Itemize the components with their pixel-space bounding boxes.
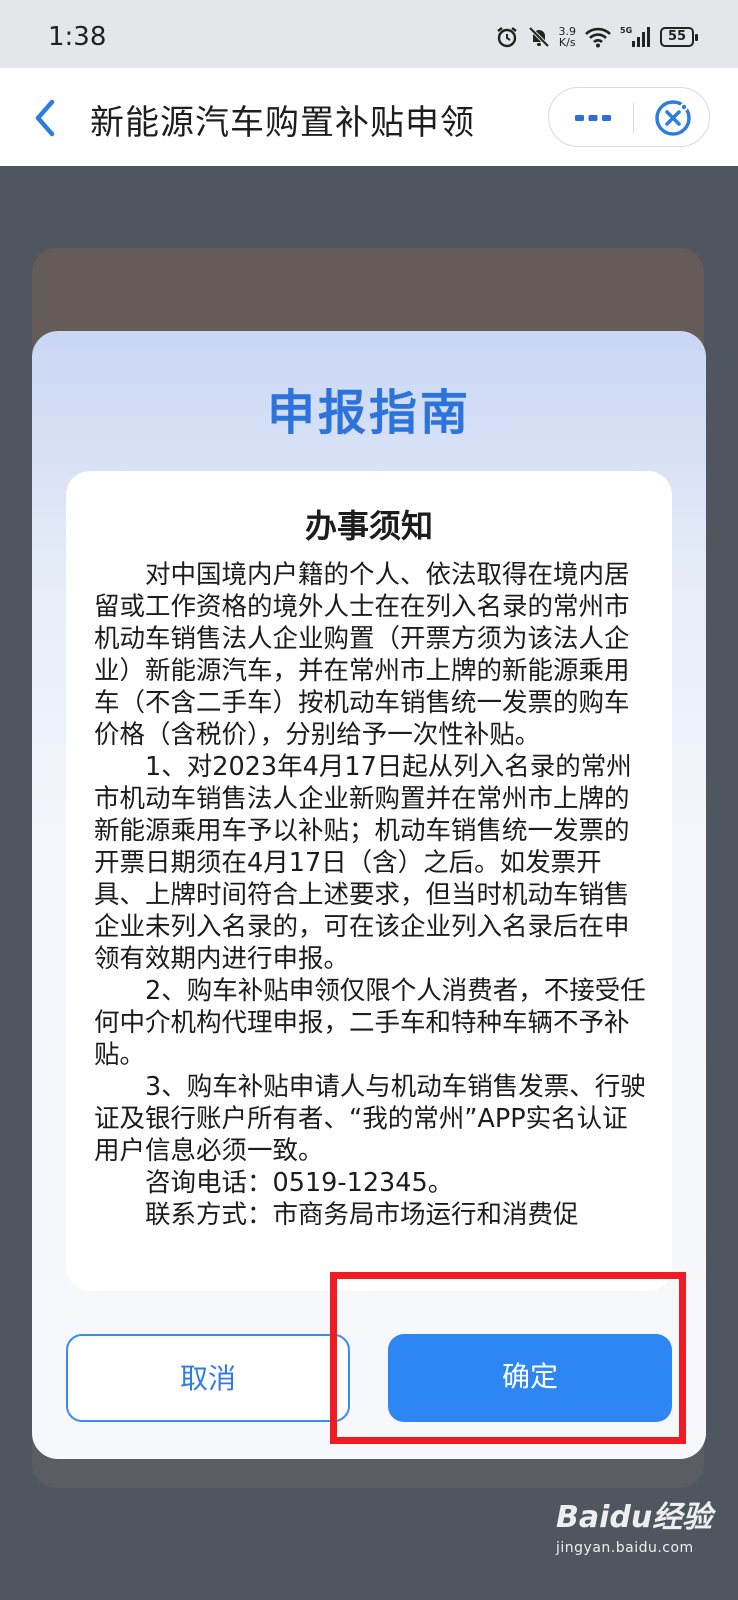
back-arrow-icon[interactable] [28,98,64,138]
highlight-box [330,1272,686,1444]
notice-paragraph: 咨询电话：0519-12345。 [94,1168,454,1198]
alarm-icon [496,27,517,48]
battery-indicator: 55 [660,27,698,47]
modal-title: 申报指南 [266,385,471,441]
watermark-url: jingyan.baidu.com [556,1540,694,1556]
mute-icon [528,26,549,48]
svg-text:5G: 5G [620,26,632,35]
notice-card[interactable]: 办事须知 对中国境内户籍的个人、依法取得在境内居留或工作资格的境外人士在在列入名… [66,471,672,1291]
notice-paragraph: 2、购车补贴申领仅限个人消费者，不接受任何中介机构代理申报，二手车和特种车辆不予… [94,976,646,1070]
close-miniapp-icon[interactable] [653,98,693,138]
notice-paragraph: 1、对2023年4月17日起从列入名录的常州市机动车销售法人企业新购置并在常州市… [94,752,632,974]
notice-title: 办事须知 [304,507,433,545]
watermark-logo: Baidu经验 [556,1500,713,1535]
miniapp-capsule [548,87,710,147]
baidu-watermark: Baidu经验 jingyan.baidu.com [556,1492,716,1582]
notice-paragraph: 联系方式：市商务局市场运行和消费促 [94,1200,579,1230]
capsule-divider [633,103,634,133]
notice-body: 对中国境内户籍的个人、依法取得在境内居留或工作资格的境外人士在在列入名录的常州市… [94,559,648,1231]
wifi-icon [585,27,611,48]
status-bar: 1:38 3.9 K/s 5G 55 [0,0,738,68]
notice-paragraph: 3、购车补贴申请人与机动车销售发票、行驶证及银行账户所有者、“我的常州”APP实… [94,1072,646,1166]
notice-paragraph: 对中国境内户籍的个人、依法取得在境内居留或工作资格的境外人士在在列入名录的常州市… [94,560,630,750]
network-speed-unit: K/s [558,36,576,49]
status-icons: 3.9 K/s 5G 55 [495,24,698,50]
status-time: 1:38 [48,22,107,52]
network-speed: 3.9 K/s [559,26,577,48]
page-title: 新能源汽车购置补贴申领 [90,103,475,143]
nav-bar: 新能源汽车购置补贴申领 [0,68,738,166]
more-icon[interactable] [573,107,613,129]
cancel-button[interactable]: 取消 [66,1334,350,1422]
signal-5g-icon: 5G [620,26,650,47]
